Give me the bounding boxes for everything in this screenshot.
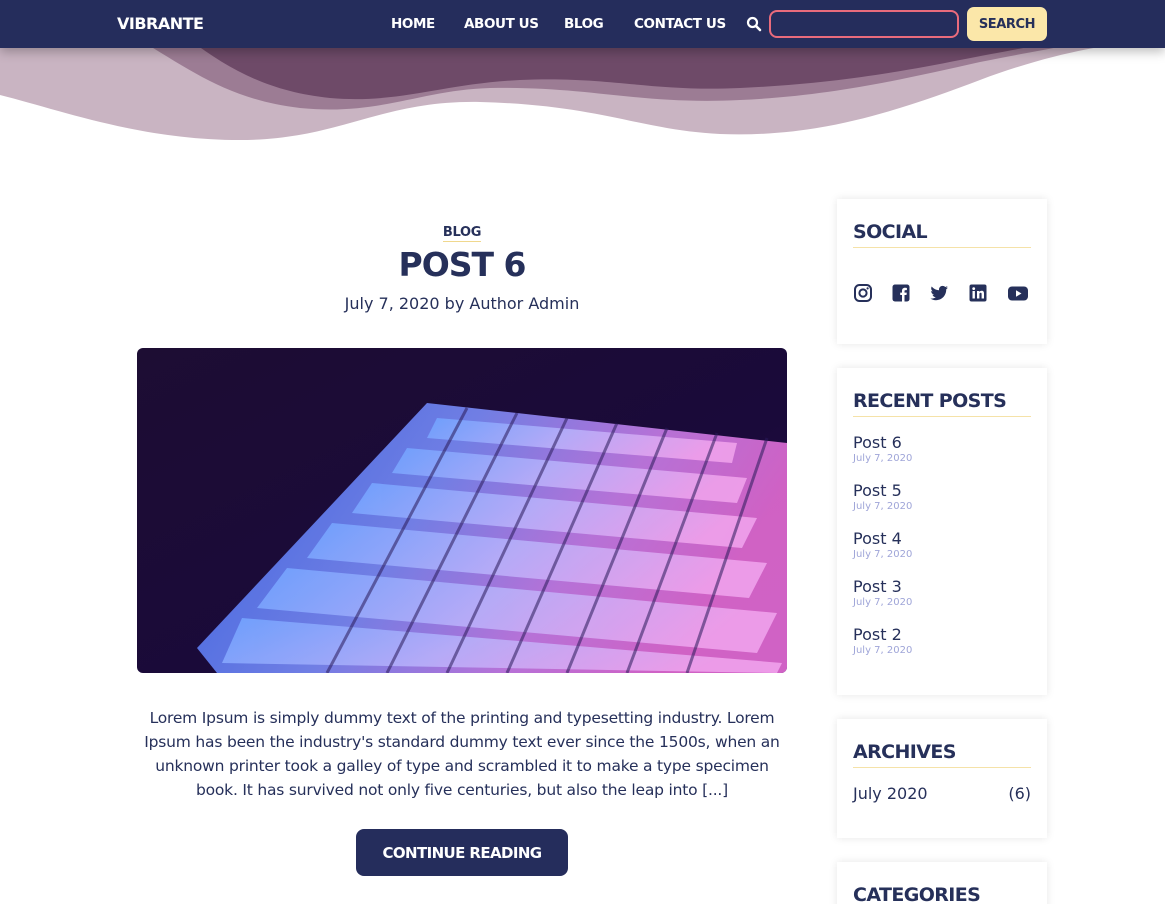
continue-reading-button[interactable]: CONTINUE READING	[356, 829, 568, 876]
nav-about-us[interactable]: ABOUT US	[464, 16, 539, 32]
nav-home[interactable]: HOME	[391, 16, 435, 32]
recent-post-date: July 7, 2020	[853, 645, 913, 656]
recent-post-item: Post 6 July 7, 2020	[853, 433, 912, 464]
categories-widget-title: CATEGORIES	[853, 884, 981, 904]
archive-link[interactable]: July 2020	[853, 784, 928, 803]
post-featured-image[interactable]	[137, 348, 787, 673]
search-button[interactable]: SEARCH	[967, 7, 1047, 41]
post-meta: July 7, 2020 by Author Admin	[344, 294, 580, 313]
recent-post-link[interactable]: Post 6	[853, 433, 912, 452]
social-widget: SOCIAL	[837, 199, 1047, 344]
social-widget-title: SOCIAL	[853, 221, 1031, 248]
post-excerpt: Lorem Ipsum is simply dummy text of the …	[144, 709, 780, 799]
linkedin-icon[interactable]	[968, 283, 988, 303]
post-category: BLOG	[0, 221, 924, 242]
site-logo[interactable]: VIBRANTE	[117, 14, 204, 33]
archives-widget-title: ARCHIVES	[853, 741, 1031, 768]
recent-post-link[interactable]: Post 2	[853, 625, 912, 644]
search-icon[interactable]	[746, 16, 762, 32]
recent-post-date: July 7, 2020	[853, 549, 913, 560]
recent-post-item: Post 2 July 7, 2020	[853, 625, 912, 656]
recent-post-link[interactable]: Post 3	[853, 577, 912, 596]
recent-post-item: Post 3 July 7, 2020	[853, 577, 912, 608]
post-category-link[interactable]: BLOG	[442, 225, 481, 242]
recent-post-date: July 7, 2020	[853, 453, 913, 464]
recent-post-date: July 7, 2020	[853, 501, 913, 512]
top-navbar: VIBRANTE HOME ABOUT US BLOG CONTACT US S…	[0, 0, 1165, 48]
recent-post-item: Post 5 July 7, 2020	[853, 481, 912, 512]
keyboard-image	[137, 348, 787, 673]
instagram-icon[interactable]	[853, 283, 873, 303]
twitter-icon[interactable]	[929, 283, 949, 303]
recent-post-link[interactable]: Post 4	[853, 529, 912, 548]
recent-post-date: July 7, 2020	[853, 597, 913, 608]
archive-count: (6)	[1008, 784, 1031, 803]
post-title[interactable]: POST 6	[137, 245, 787, 284]
youtube-icon[interactable]	[1007, 283, 1029, 303]
categories-widget: CATEGORIES	[837, 862, 1047, 904]
search-input[interactable]	[769, 10, 959, 38]
recent-post-link[interactable]: Post 5	[853, 481, 912, 500]
nav-contact-us[interactable]: CONTACT US	[634, 16, 726, 32]
recent-posts-widget: RECENT POSTS Post 6 July 7, 2020 Post 5 …	[837, 368, 1047, 695]
recent-posts-widget-title: RECENT POSTS	[853, 390, 1031, 417]
nav-blog[interactable]: BLOG	[564, 16, 604, 32]
facebook-icon[interactable]	[891, 283, 911, 303]
recent-post-item: Post 4 July 7, 2020	[853, 529, 912, 560]
archives-widget: ARCHIVES July 2020 (6)	[837, 719, 1047, 838]
